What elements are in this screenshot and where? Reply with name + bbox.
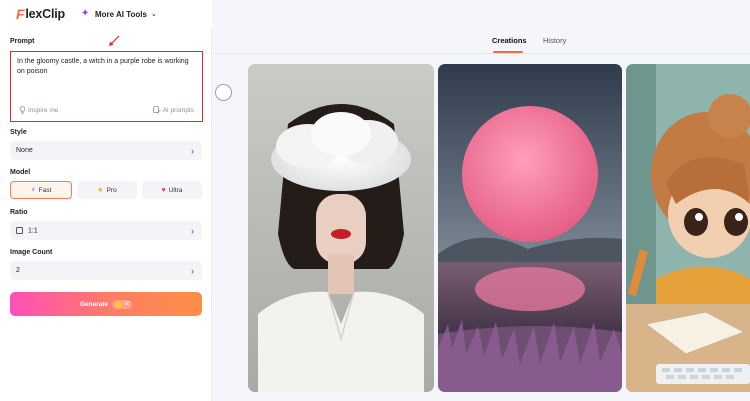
ai-prompt-icon [152, 106, 161, 114]
heart-gem-icon: ♥ [161, 186, 166, 194]
tab-creations[interactable]: Creations [492, 36, 527, 45]
model-pro-button[interactable]: ★ Pro [77, 181, 137, 199]
cloud-head-woman-image[interactable] [248, 64, 434, 392]
image-count-select[interactable]: 2 › [10, 261, 202, 280]
model-selector: ⚡ Fast ★ Pro ♥ Ultra [10, 181, 202, 199]
prompt-textarea[interactable]: In the gloomy castle, a witch in a purpl… [10, 51, 203, 122]
pink-moon-lake-image[interactable] [438, 64, 622, 392]
style-label: Style [10, 129, 27, 136]
chevron-right-icon: › [191, 225, 194, 236]
model-fast-label: Fast [38, 186, 52, 194]
credit-cost: -2 [124, 301, 130, 307]
inspire-me-label: Inspire me [28, 106, 59, 114]
more-ai-tools-label: More AI Tools [94, 9, 147, 19]
chevron-right-icon: › [191, 265, 194, 276]
cloud-head-woman-graphic [248, 64, 434, 392]
star-icon: ★ [97, 187, 104, 194]
gallery-panel: Creations History [212, 0, 750, 401]
annotation-arrow-icon [109, 35, 120, 46]
circle-handle-icon[interactable] [215, 84, 232, 101]
model-ultra-button[interactable]: ♥ Ultra [142, 181, 202, 199]
image-count-value: 2 [16, 267, 20, 274]
chevron-down-icon: ⌄ [150, 11, 157, 18]
style-value: None [16, 147, 33, 154]
app-header: F lexClip ✦ More AI Tools ⌄ [0, 0, 212, 28]
lightning-icon: ⚡ [30, 187, 36, 194]
model-label: Model [10, 169, 31, 176]
inspire-me-button[interactable]: Inspire me [19, 106, 58, 114]
top-bar [212, 0, 750, 28]
generate-label: Generate [79, 300, 109, 308]
ai-prompts-button[interactable]: AI prompts [152, 106, 194, 114]
more-ai-tools-menu[interactable]: ✦ More AI Tools ⌄ [81, 9, 157, 19]
model-pro-label: Pro [106, 186, 117, 194]
logo-text: lexClip [25, 7, 65, 21]
prompt-label: Prompt [10, 38, 35, 45]
active-tab-underline [493, 51, 523, 53]
flexclip-logo[interactable]: F lexClip [16, 6, 65, 22]
ratio-square-icon [16, 226, 23, 234]
ratio-select[interactable]: 1:1 › [10, 221, 202, 240]
credit-cost-badge: -2 [112, 299, 133, 309]
tabs-bar: Creations History [212, 28, 750, 54]
prompt-text[interactable]: In the gloomy castle, a witch in a purpl… [17, 57, 197, 77]
model-fast-button[interactable]: ⚡ Fast [10, 181, 72, 199]
ratio-label: Ratio [10, 209, 28, 216]
model-ultra-label: Ultra [168, 186, 183, 194]
logo-f: F [16, 6, 25, 22]
chevron-right-icon: › [191, 145, 194, 156]
ratio-value: 1:1 [28, 227, 38, 235]
image-count-label: Image Count [10, 249, 53, 256]
generate-button[interactable]: Generate -2 [10, 292, 202, 316]
lightbulb-icon [19, 106, 26, 114]
ai-prompts-label: AI prompts [162, 106, 194, 114]
cartoon-girl-writing-image[interactable] [626, 64, 750, 392]
style-select[interactable]: None › [10, 141, 202, 160]
coin-icon [115, 300, 123, 308]
pink-moon-lake-graphic [438, 64, 622, 392]
sparkle-icon: ✦ [80, 8, 90, 19]
tab-history[interactable]: History [543, 36, 566, 45]
settings-panel: Prompt In the gloomy castle, a witch in … [0, 28, 212, 401]
cartoon-girl-writing-graphic [626, 64, 750, 392]
